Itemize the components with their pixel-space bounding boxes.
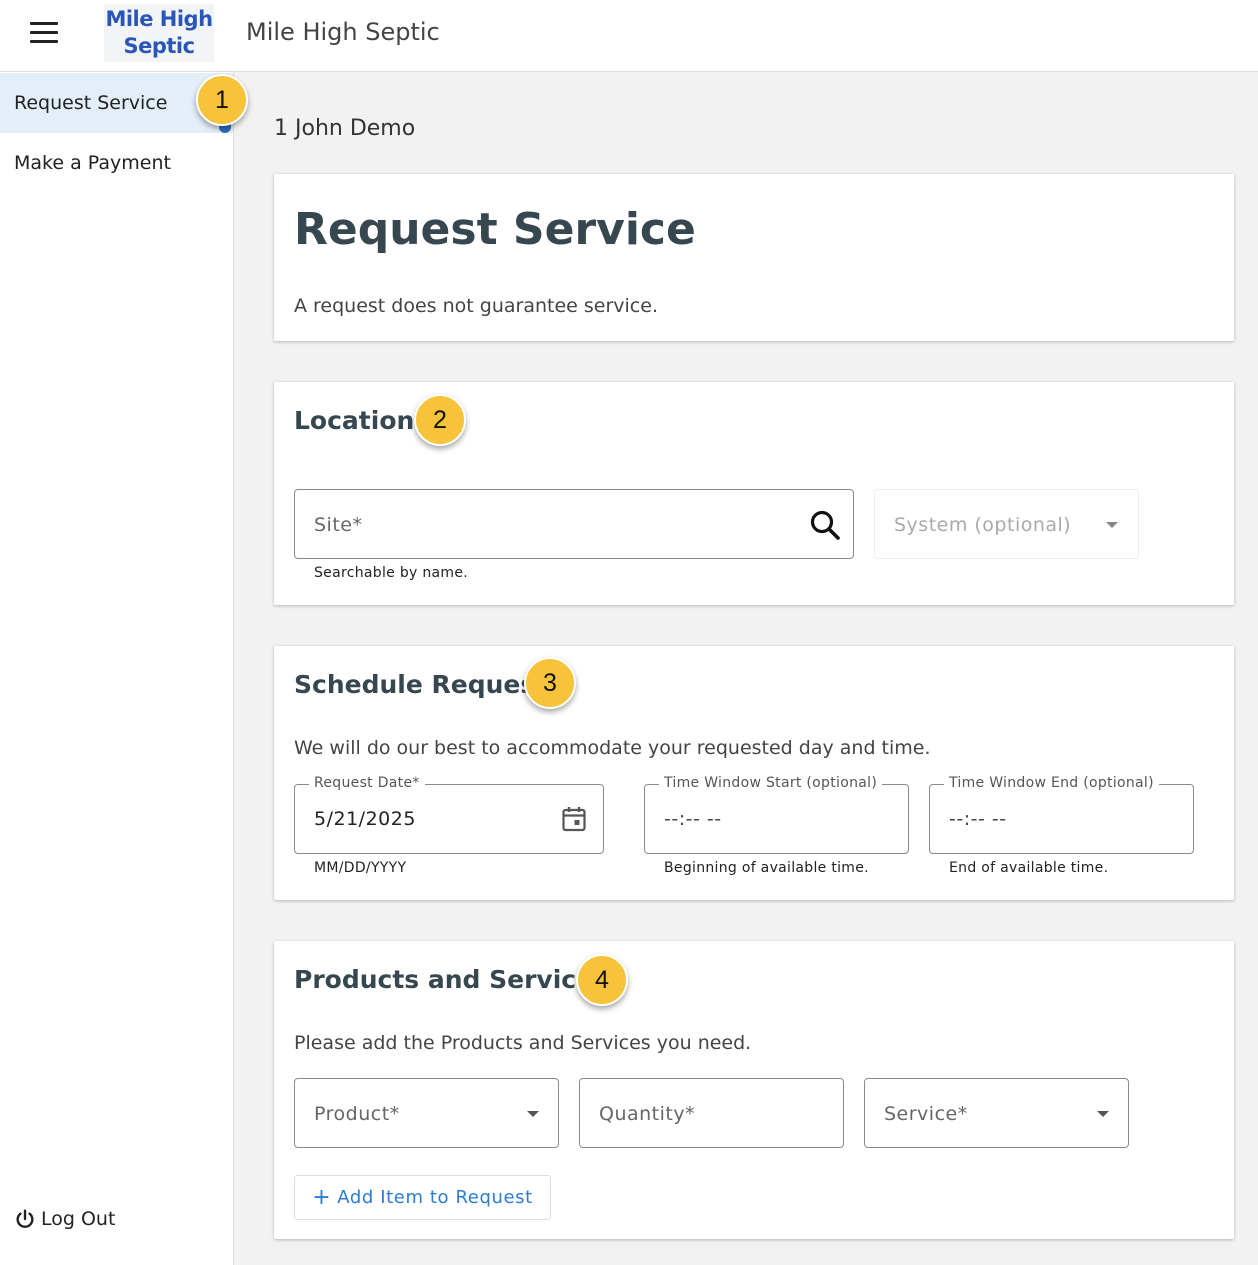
site-hint: Searchable by name. <box>314 565 468 581</box>
sidebar-item-label: Request Service <box>14 92 168 114</box>
system-select[interactable]: System (optional) <box>874 489 1139 559</box>
menu-icon[interactable] <box>30 22 58 46</box>
quantity-placeholder: Quantity* <box>599 1103 696 1125</box>
step-callout-1: 1 <box>196 74 248 126</box>
time-window-start-value: --:-- -- <box>664 808 722 830</box>
step-callout-4: 4 <box>576 954 628 1006</box>
dropdown-caret-icon <box>1106 522 1118 528</box>
time-window-end-value: --:-- -- <box>949 808 1007 830</box>
system-placeholder: System (optional) <box>894 514 1072 536</box>
schedule-card: Schedule Request We will do our best to … <box>274 646 1234 900</box>
company-logo: Mile High Septic <box>104 4 214 62</box>
site-search-field[interactable]: Site* <box>294 489 854 559</box>
logo-line-2: Septic <box>123 34 195 58</box>
time-window-start-label: Time Window Start (optional) <box>659 775 883 791</box>
location-title: Location <box>294 406 415 435</box>
request-date-hint: MM/DD/YYYY <box>314 860 407 876</box>
request-date-label: Request Date* <box>309 775 425 791</box>
calendar-icon[interactable] <box>562 806 586 832</box>
products-description: Please add the Products and Services you… <box>294 1032 752 1054</box>
search-icon[interactable] <box>809 509 841 541</box>
time-window-end-field[interactable]: Time Window End (optional) --:-- -- <box>929 775 1194 854</box>
schedule-description: We will do our best to accommodate your … <box>294 737 931 759</box>
site-placeholder: Site* <box>314 514 363 536</box>
service-select[interactable]: Service* <box>864 1078 1129 1148</box>
step-callout-2: 2 <box>414 394 466 446</box>
sidebar: Request Service Make a Payment Log Out <box>0 72 234 1265</box>
account-name: 1 John Demo <box>274 116 416 141</box>
intro-card: Request Service A request does not guara… <box>274 174 1234 341</box>
service-notice: A request does not guarantee service. <box>294 295 658 317</box>
page-title: Request Service <box>294 204 696 255</box>
product-select[interactable]: Product* <box>294 1078 559 1148</box>
time-window-end-hint: End of available time. <box>949 860 1109 876</box>
step-callout-3: 3 <box>524 657 576 709</box>
time-window-start-hint: Beginning of available time. <box>664 860 869 876</box>
app-title: Mile High Septic <box>246 18 440 46</box>
sidebar-item-make-payment[interactable]: Make a Payment <box>0 133 233 193</box>
logout-label: Log Out <box>41 1208 116 1230</box>
request-date-value: 5/21/2025 <box>314 808 416 830</box>
plus-icon: + <box>312 1185 332 1210</box>
products-title: Products and Services <box>294 965 608 994</box>
dropdown-caret-icon <box>527 1111 539 1117</box>
dropdown-caret-icon <box>1097 1111 1109 1117</box>
power-icon <box>16 1209 34 1228</box>
sidebar-item-label: Make a Payment <box>14 152 171 174</box>
service-placeholder: Service* <box>884 1103 968 1125</box>
top-bar: Mile High Septic Mile High Septic <box>0 0 1258 72</box>
products-card: Products and Services Please add the Pro… <box>274 941 1234 1239</box>
schedule-title: Schedule Request <box>294 670 548 699</box>
add-item-button[interactable]: + Add Item to Request <box>294 1175 551 1220</box>
time-window-end-label: Time Window End (optional) <box>944 775 1159 791</box>
add-item-label: Add Item to Request <box>337 1187 533 1208</box>
time-window-start-field[interactable]: Time Window Start (optional) --:-- -- <box>644 775 909 854</box>
product-placeholder: Product* <box>314 1103 400 1125</box>
logo-line-1: Mile High <box>105 7 213 31</box>
request-date-field[interactable]: Request Date* 5/21/2025 <box>294 775 604 854</box>
logout-button[interactable]: Log Out <box>14 1208 115 1230</box>
quantity-input[interactable]: Quantity* <box>579 1078 844 1148</box>
